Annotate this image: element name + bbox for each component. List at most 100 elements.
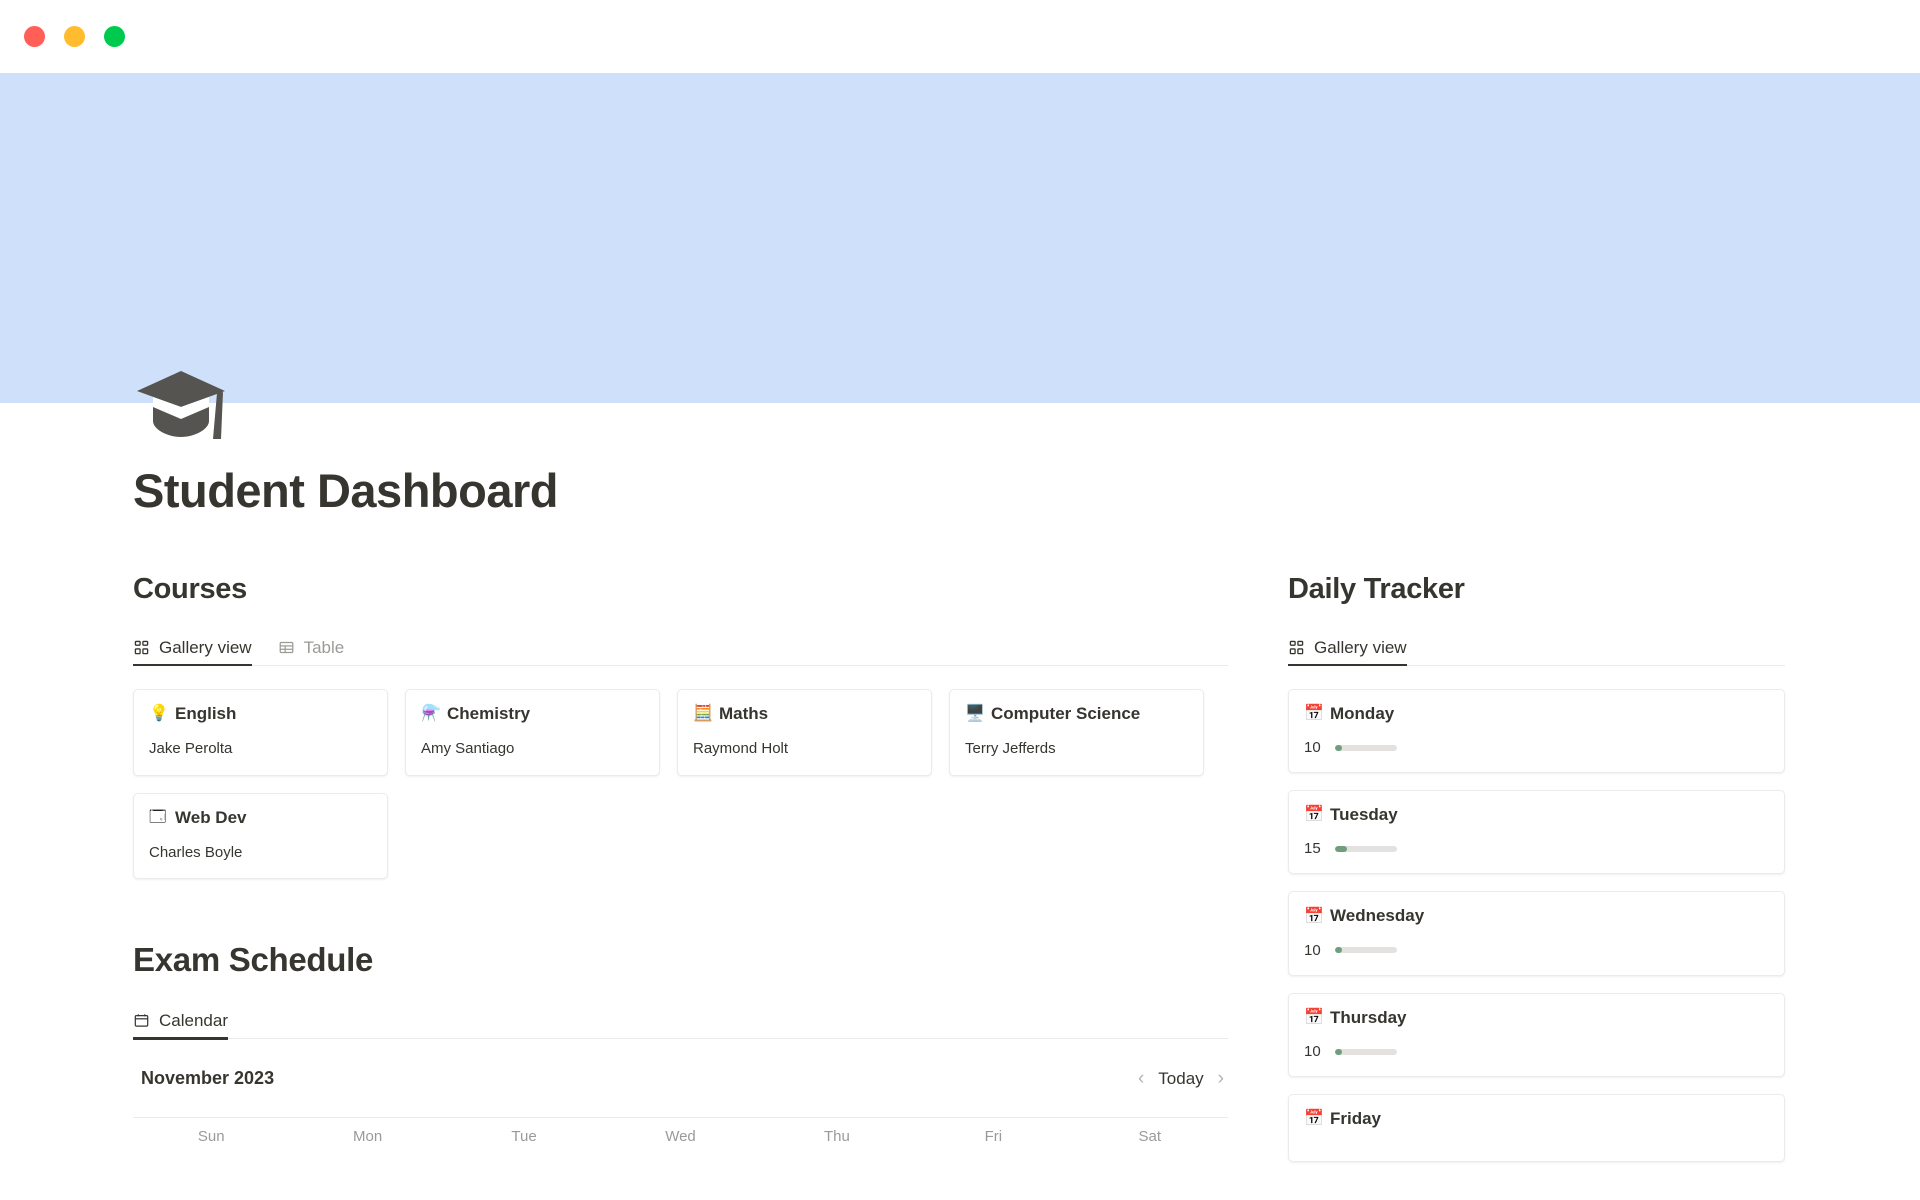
tracker-value: 10: [1304, 941, 1321, 959]
course-card[interactable]: ⚗️ Chemistry Amy Santiago: [405, 688, 660, 776]
course-teacher: Terry Jefferds: [965, 740, 1056, 758]
content-columns: Courses Gallery view Table 💡 English Jak…: [133, 573, 1787, 1162]
tab-label: Table: [303, 637, 345, 657]
left-column: Courses Gallery view Table 💡 English Jak…: [133, 572, 1228, 1145]
course-card-header: 💡 English: [149, 704, 372, 724]
progress-bar: [1335, 744, 1397, 751]
course-teacher: Jake Perolta: [149, 740, 233, 758]
tracker-card[interactable]: 📅 Monday 10: [1288, 688, 1785, 774]
progress-bar-fill: [1335, 845, 1347, 852]
calendar-today-button[interactable]: Today: [1158, 1069, 1203, 1089]
calendar-icon: 📅: [1304, 907, 1324, 925]
daily-tracker-view-tabs: Gallery view: [1288, 628, 1785, 667]
course-card-header: ⚗️ Chemistry: [421, 704, 644, 724]
course-title: Web Dev: [175, 807, 247, 827]
course-title: Computer Science: [991, 703, 1141, 723]
tracker-card[interactable]: 📅 Friday: [1288, 1094, 1785, 1162]
tracker-value: 10: [1304, 1043, 1321, 1061]
course-title: English: [175, 703, 237, 723]
tracker-card[interactable]: 📅 Thursday 10: [1288, 992, 1785, 1078]
chevron-right-icon[interactable]: ›: [1218, 1069, 1224, 1088]
calendar-weekday: Wed: [665, 1128, 696, 1146]
courses-view-tabs: Gallery view Table: [133, 628, 1228, 667]
gallery-icon: [133, 639, 150, 656]
progress-bar: [1335, 947, 1397, 954]
tracker-metric: 10: [1304, 739, 1769, 756]
tracker-card[interactable]: 📅 Wednesday 10: [1288, 891, 1785, 976]
tracker-value: 10: [1304, 739, 1321, 757]
course-card-header: 🖥️ Computer Science: [965, 704, 1188, 724]
course-title: Chemistry: [447, 703, 531, 723]
calendar-weekday: Mon: [353, 1128, 383, 1146]
progress-bar-fill: [1335, 947, 1343, 954]
tracker-metric: 10: [1304, 1043, 1769, 1060]
tab-courses-table[interactable]: Table: [278, 637, 345, 665]
calendar-icon: 📅: [1304, 1009, 1324, 1027]
course-card-header: 🗔️ Web Dev: [149, 808, 372, 828]
course-card[interactable]: 🗔️ Web Dev Charles Boyle: [133, 792, 388, 880]
tab-label: Calendar: [159, 1011, 228, 1031]
tab-courses-gallery-view[interactable]: Gallery view: [133, 637, 252, 667]
course-card-header: 🧮 Maths: [693, 704, 916, 724]
tab-exam-calendar[interactable]: Calendar: [133, 1011, 228, 1040]
course-teacher: Raymond Holt: [693, 740, 789, 758]
desktop-computer-icon: 🖥️: [965, 704, 985, 722]
page-cover-image[interactable]: [0, 73, 1920, 403]
tracker-card-header: 📅 Thursday: [1304, 1008, 1769, 1028]
gallery-icon: [1288, 639, 1305, 656]
window-controls: [24, 26, 125, 47]
right-column: Daily Tracker Gallery view 📅 Monday 10 📅…: [1288, 573, 1785, 1162]
graduation-cap-icon[interactable]: [133, 355, 229, 451]
course-card[interactable]: 🧮 Maths Raymond Holt: [677, 688, 932, 776]
progress-bar: [1335, 845, 1397, 852]
calendar-icon: 📅: [1304, 704, 1324, 722]
tracker-card-header: 📅 Wednesday: [1304, 906, 1769, 926]
daily-tracker-heading: Daily Tracker: [1288, 572, 1465, 605]
close-button[interactable]: [24, 26, 45, 47]
exam-schedule-heading: Exam Schedule: [133, 941, 374, 979]
code-window-icon: 🗔️: [149, 808, 167, 826]
abacus-icon: 🧮: [693, 704, 713, 722]
tracker-card[interactable]: 📅 Tuesday 15: [1288, 790, 1785, 875]
tracker-card-header: 📅 Tuesday: [1304, 805, 1769, 825]
calendar-weekday: Tue: [511, 1128, 537, 1146]
courses-gallery: 💡 English Jake Perolta ⚗️ Chemistry Amy …: [133, 688, 1228, 880]
calendar-navigation: ‹ Today ›: [1138, 1069, 1224, 1089]
tracker-day: Monday: [1330, 703, 1395, 723]
tracker-day: Friday: [1330, 1109, 1382, 1129]
flask-icon: ⚗️: [421, 704, 441, 722]
tracker-day: Thursday: [1330, 1007, 1407, 1027]
course-teacher: Amy Santiago: [421, 740, 515, 758]
minimize-button[interactable]: [64, 26, 85, 47]
progress-bar-fill: [1335, 1048, 1343, 1055]
tab-label: Gallery view: [159, 637, 252, 657]
tab-tracker-gallery-view[interactable]: Gallery view: [1288, 637, 1407, 667]
exam-schedule-view-tabs: Calendar: [133, 1001, 1228, 1040]
tracker-metric: 15: [1304, 840, 1769, 857]
chevron-left-icon[interactable]: ‹: [1138, 1069, 1144, 1088]
course-card[interactable]: 🖥️ Computer Science Terry Jefferds: [949, 688, 1204, 776]
tab-label: Gallery view: [1314, 637, 1407, 657]
calendar-weekday: Fri: [984, 1128, 1003, 1146]
table-icon: [278, 639, 295, 656]
tracker-day: Wednesday: [1330, 906, 1425, 926]
lightbulb-icon: 💡: [149, 704, 169, 722]
tracker-card-header: 📅 Friday: [1304, 1109, 1769, 1129]
course-teacher: Charles Boyle: [149, 843, 243, 861]
calendar-header: November 2023 ‹ Today ›: [133, 1062, 1228, 1089]
calendar-icon: 📅: [1304, 1110, 1324, 1128]
calendar-weekday: Thu: [823, 1128, 850, 1146]
tracker-metric: 10: [1304, 942, 1769, 959]
daily-tracker-gallery: 📅 Monday 10 📅 Tuesday 15 📅 Wednesday 10 …: [1288, 688, 1785, 1162]
calendar-weekday-header: Sun Mon Tue Wed Thu Fri Sat: [133, 1117, 1228, 1145]
courses-heading: Courses: [133, 572, 247, 605]
calendar-view-icon: [133, 1012, 150, 1029]
calendar-month-label: November 2023: [141, 1068, 275, 1089]
maximize-button[interactable]: [104, 26, 125, 47]
course-card[interactable]: 💡 English Jake Perolta: [133, 688, 388, 776]
exam-calendar: November 2023 ‹ Today › Sun Mon Tue Wed …: [133, 1062, 1228, 1145]
tracker-card-header: 📅 Monday: [1304, 704, 1769, 724]
page-title[interactable]: Student Dashboard: [133, 403, 1787, 517]
calendar-icon: 📅: [1304, 806, 1324, 824]
progress-bar-fill: [1335, 744, 1343, 751]
